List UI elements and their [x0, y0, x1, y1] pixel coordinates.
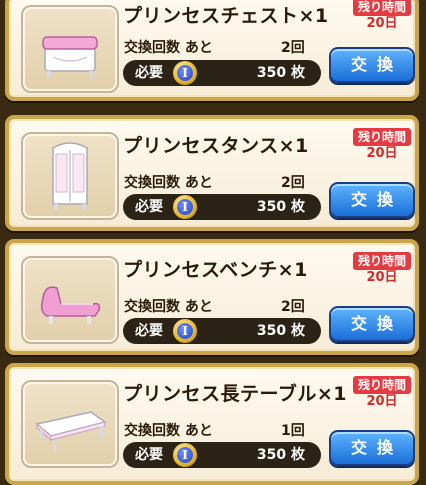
exchange-count-value: 2回	[281, 40, 305, 56]
exchange-count-label: 交換回数 あと	[124, 175, 213, 191]
remaining-time-badge: 残り時間	[353, 376, 411, 394]
coin-symbol: I	[177, 323, 193, 339]
shop-item-card: プリンセスタンス×1 残り時間 20日 交換回数 あと 2回 必要 I 350 …	[5, 115, 419, 231]
cost-label: 必要	[135, 199, 163, 215]
remaining-time-value: 20日	[366, 16, 398, 31]
exchange-count-value: 2回	[281, 175, 305, 191]
pink-chest-icon	[42, 36, 98, 78]
item-name: プリンセス長テーブル×1	[123, 383, 348, 405]
cost-label: 必要	[135, 323, 163, 339]
item-name: プリンセスベンチ×1	[123, 259, 308, 281]
shop-item-card: プリンセスチェスト×1 残り時間 20日 交換回数 あと 2回 必要 I 350…	[5, 0, 419, 101]
item-name: プリンセスタンス×1	[123, 135, 309, 157]
exchange-button[interactable]: 交換	[329, 182, 415, 218]
remaining-time-value: 20日	[366, 394, 398, 409]
exchange-count-label: 交換回数 あと	[124, 40, 213, 56]
remaining-time-value: 20日	[366, 270, 398, 285]
cost-label: 必要	[135, 65, 163, 81]
medal-coin-icon: I	[173, 61, 197, 85]
item-thumbnail	[21, 132, 119, 220]
item-name: プリンセスチェスト×1	[123, 5, 329, 27]
coin-symbol: I	[177, 65, 193, 81]
remaining-time-badge: 残り時間	[353, 252, 411, 270]
medal-coin-icon: I	[173, 443, 197, 467]
exchange-count-label: 交換回数 あと	[124, 423, 213, 439]
coin-symbol: I	[177, 199, 193, 215]
cost-value: 350 枚	[256, 199, 305, 215]
cost-value: 350 枚	[256, 447, 305, 463]
cost-bar: 必要 I 350 枚	[123, 318, 321, 344]
remaining-time-value: 20日	[366, 146, 398, 161]
exchange-button[interactable]: 交換	[329, 430, 415, 466]
cost-bar: 必要 I 350 枚	[123, 60, 321, 86]
cost-label: 必要	[135, 447, 163, 463]
item-thumbnail	[21, 5, 119, 93]
pink-bench-icon	[40, 286, 101, 324]
shop-item-card: プリンセスベンチ×1 残り時間 20日 交換回数 あと 2回 必要 I 350 …	[5, 239, 419, 355]
long-table-icon	[35, 411, 107, 452]
cost-value: 350 枚	[256, 323, 305, 339]
item-thumbnail	[21, 380, 119, 468]
exchange-count-value: 1回	[281, 423, 305, 439]
exchange-button[interactable]: 交換	[329, 306, 415, 342]
remaining-time-badge: 残り時間	[353, 0, 411, 16]
exchange-count-value: 2回	[281, 299, 305, 315]
coin-symbol: I	[177, 447, 193, 463]
cost-value: 350 枚	[256, 65, 305, 81]
cost-bar: 必要 I 350 枚	[123, 442, 321, 468]
exchange-button[interactable]: 交換	[329, 47, 415, 83]
item-thumbnail	[21, 256, 119, 344]
remaining-time-badge: 残り時間	[353, 128, 411, 146]
shop-item-card: プリンセス長テーブル×1 残り時間 20日 交換回数 あと 1回 必要 I 35…	[5, 363, 419, 485]
cost-bar: 必要 I 350 枚	[123, 194, 321, 220]
wardrobe-icon	[52, 142, 88, 210]
medal-coin-icon: I	[173, 319, 197, 343]
exchange-count-label: 交換回数 あと	[124, 299, 213, 315]
medal-coin-icon: I	[173, 195, 197, 219]
